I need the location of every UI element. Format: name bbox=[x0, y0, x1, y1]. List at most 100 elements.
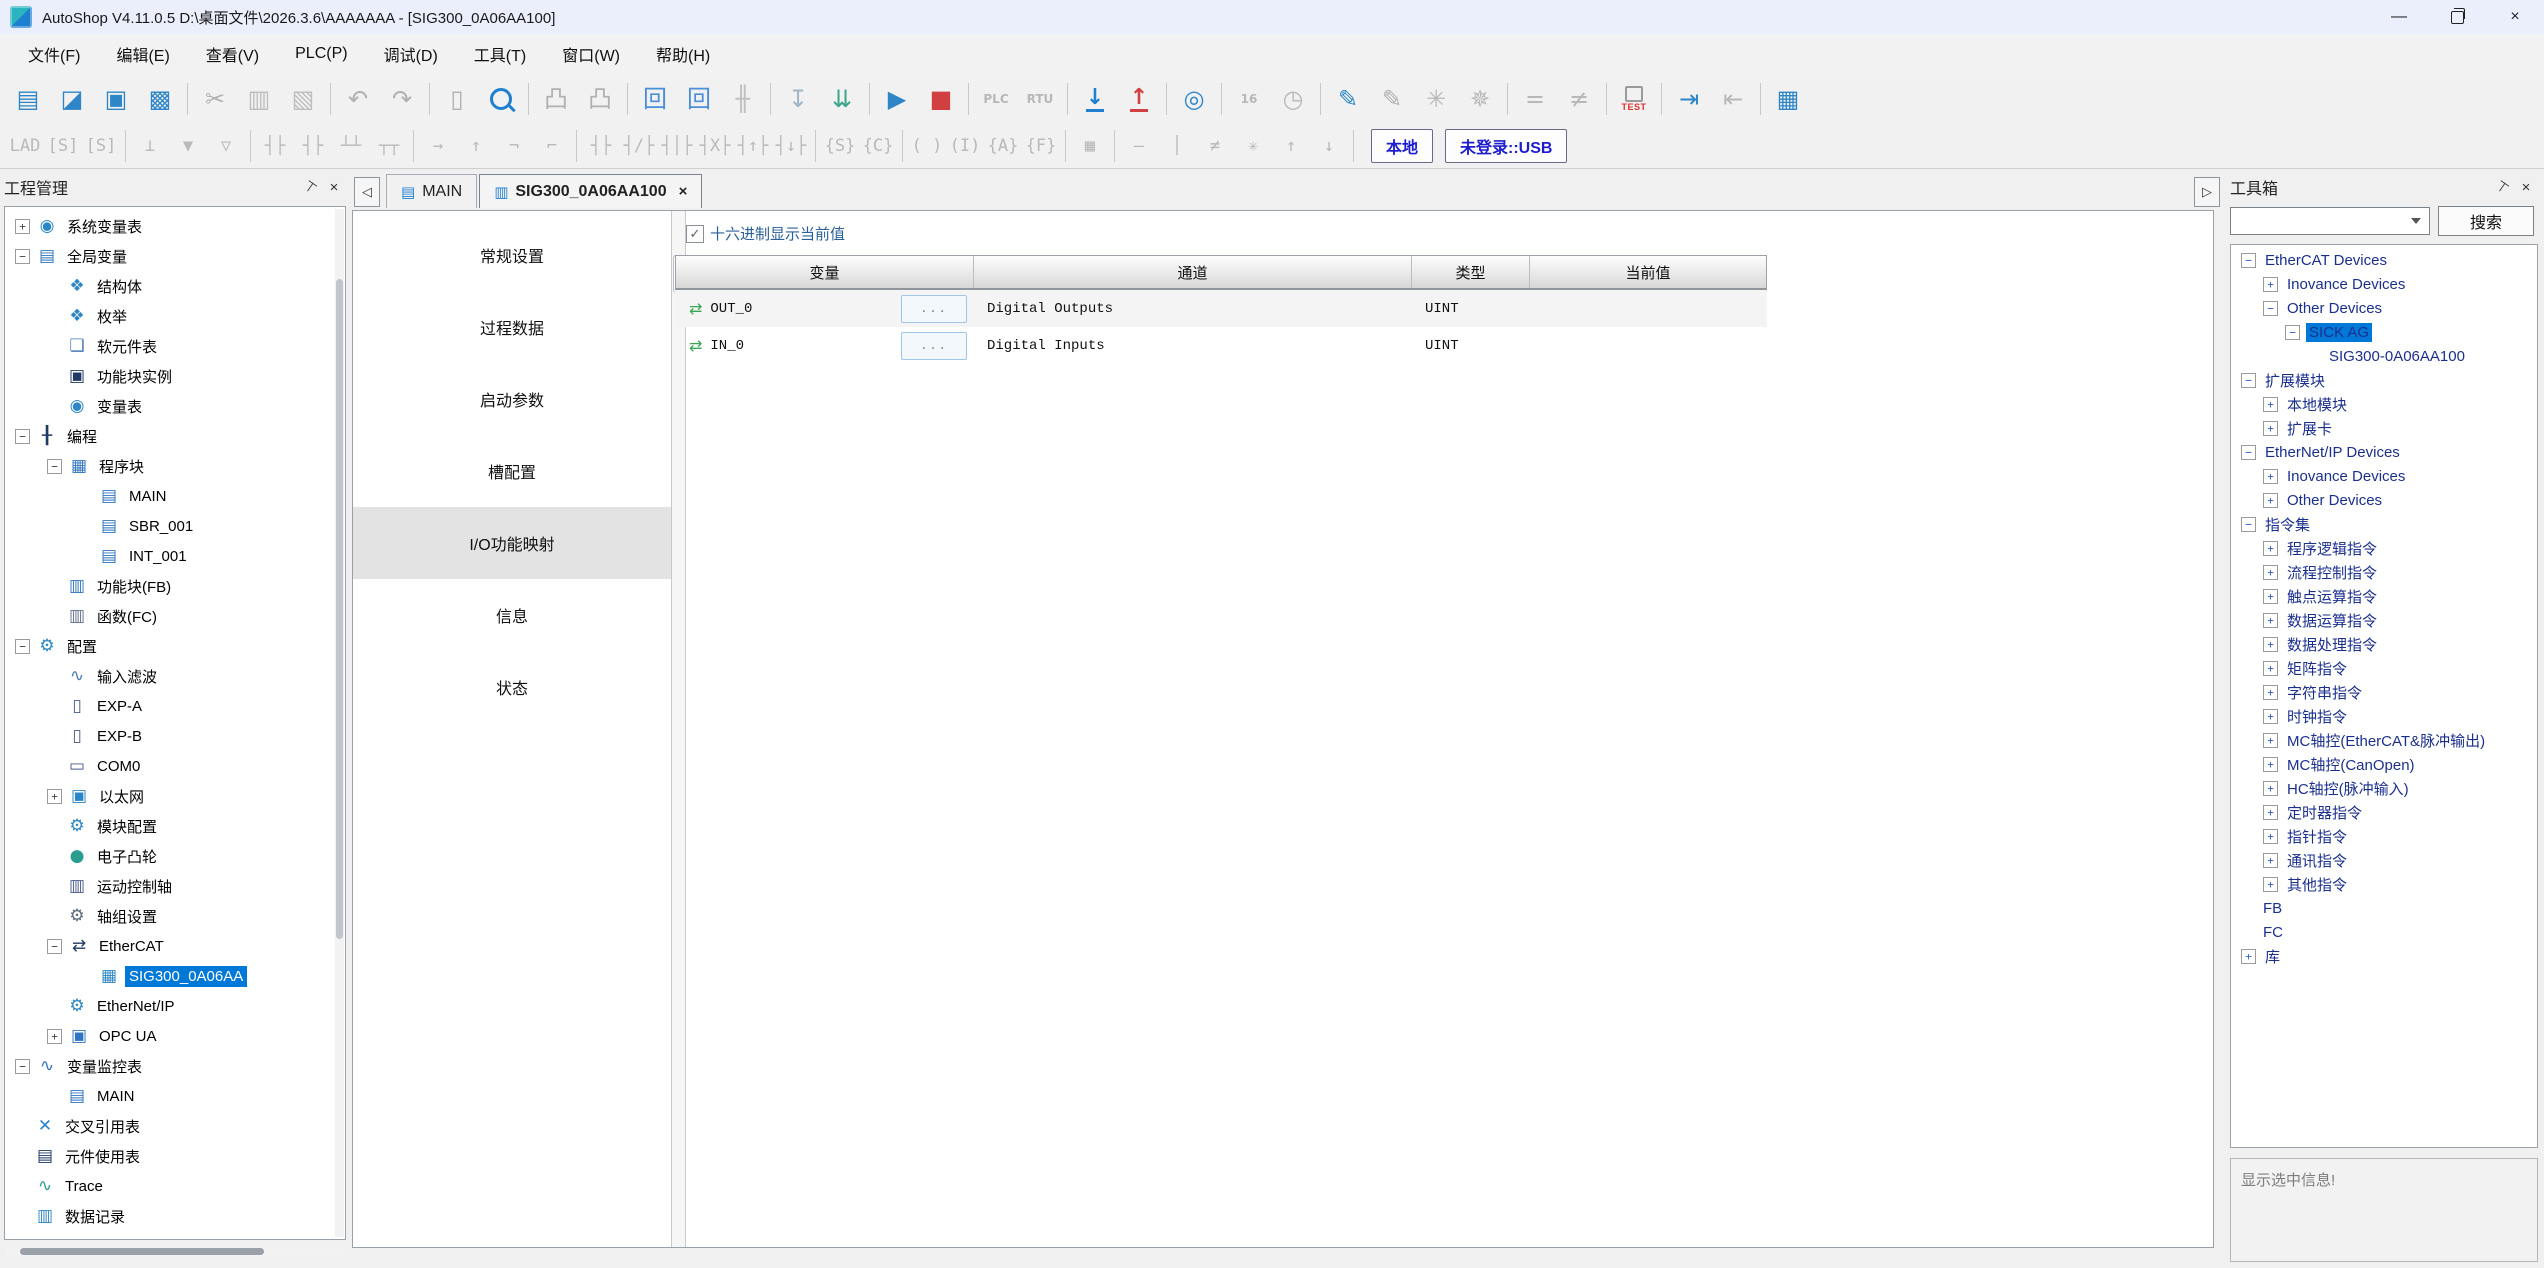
close-panel-icon[interactable]: × bbox=[322, 176, 346, 198]
stop-button[interactable]: ■ bbox=[919, 79, 963, 119]
collapse-toggle-icon[interactable]: − bbox=[2241, 445, 2256, 460]
tree-item[interactable]: +库 bbox=[2231, 944, 2537, 968]
expand-toggle-icon[interactable]: + bbox=[2263, 565, 2278, 580]
toolbox-search-button[interactable]: 搜索 bbox=[2438, 206, 2534, 236]
ladder-tool-5-0[interactable]: {S} bbox=[821, 129, 859, 163]
ladder-tool-5-1[interactable]: {C} bbox=[859, 129, 897, 163]
expand-toggle-icon[interactable]: + bbox=[2263, 421, 2278, 436]
nav-scrollbar[interactable] bbox=[671, 211, 686, 1247]
menu-e[interactable]: 编辑(E) bbox=[102, 36, 183, 72]
tree-item[interactable]: ❏软元件表 bbox=[5, 331, 345, 361]
download-to-plc-button[interactable]: ↓ bbox=[1073, 79, 1117, 119]
ellipsis-button[interactable]: ... bbox=[901, 295, 967, 323]
expand-toggle-icon[interactable]: + bbox=[2263, 277, 2278, 292]
expand-toggle-icon[interactable]: + bbox=[2263, 493, 2278, 508]
ladder-tool-8-3[interactable]: ✳ bbox=[1234, 129, 1272, 163]
usb-test-button[interactable]: TEST bbox=[1612, 79, 1656, 119]
ladder-tool-7-0[interactable]: ▦ bbox=[1071, 129, 1109, 163]
tree-item[interactable]: ▥运动控制轴 bbox=[5, 871, 345, 901]
tree-item[interactable]: ◉变量表 bbox=[5, 391, 345, 421]
tree-item[interactable]: +触点运算指令 bbox=[2231, 584, 2537, 608]
restore-button[interactable] bbox=[2428, 0, 2486, 34]
print-button[interactable]: 凸 bbox=[578, 79, 622, 119]
ladder-tool-1-1[interactable]: ▼ bbox=[169, 129, 207, 163]
tab-close-icon[interactable]: × bbox=[679, 183, 688, 200]
tree-item[interactable]: ▥数据记录 bbox=[5, 1201, 345, 1231]
tree-item[interactable]: FB bbox=[2231, 896, 2537, 920]
tree-item[interactable]: ∿输入滤波 bbox=[5, 661, 345, 691]
tree-item[interactable]: +字符串指令 bbox=[2231, 680, 2537, 704]
insert-row-button[interactable]: = bbox=[1513, 79, 1557, 119]
expand-toggle-icon[interactable]: + bbox=[2263, 829, 2278, 844]
copy-button[interactable]: ▥ bbox=[237, 79, 281, 119]
device-nav-1[interactable]: 过程数据 bbox=[353, 291, 671, 363]
device-nav-4[interactable]: I/O功能映射 bbox=[353, 507, 671, 579]
tree-item[interactable]: ▯EXP-B bbox=[5, 721, 345, 751]
tree-item[interactable]: +其他指令 bbox=[2231, 872, 2537, 896]
tree-item[interactable]: −⇄EtherCAT bbox=[5, 931, 345, 961]
tree-item[interactable]: ▥功能块(FB) bbox=[5, 571, 345, 601]
expand-toggle-icon[interactable]: + bbox=[2263, 781, 2278, 796]
search-button[interactable] bbox=[479, 79, 523, 119]
tree-item[interactable]: ▤INT_001 bbox=[5, 541, 345, 571]
export-window-button[interactable]: 回 bbox=[677, 79, 721, 119]
tree-item[interactable]: −EtherNet/IP Devices bbox=[2231, 440, 2537, 464]
collapse-toggle-icon[interactable]: − bbox=[15, 429, 30, 444]
collapse-toggle-icon[interactable]: − bbox=[2263, 301, 2278, 316]
ladder-tool-2-3[interactable]: ┬┬ bbox=[370, 129, 408, 163]
tree-item[interactable]: ❖枚举 bbox=[5, 301, 345, 331]
tree-item[interactable]: −▦程序块 bbox=[5, 451, 345, 481]
pin-icon[interactable]: ⊤ bbox=[298, 176, 322, 198]
ladder-tool-3-3[interactable]: ⌐ bbox=[533, 129, 571, 163]
tree-item[interactable]: +数据运算指令 bbox=[2231, 608, 2537, 632]
tree-item[interactable]: +HC轴控(脉冲输入) bbox=[2231, 776, 2537, 800]
expand-toggle-icon[interactable]: + bbox=[2263, 397, 2278, 412]
ladder-tool-0-2[interactable]: [S] bbox=[82, 129, 120, 163]
expand-toggle-icon[interactable]: + bbox=[2263, 757, 2278, 772]
ladder-tool-6-0[interactable]: ( ) bbox=[908, 129, 946, 163]
expand-toggle-icon[interactable]: + bbox=[2263, 733, 2278, 748]
ladder-tool-6-2[interactable]: {A} bbox=[984, 129, 1022, 163]
tree-item[interactable]: −指令集 bbox=[2231, 512, 2537, 536]
expand-toggle-icon[interactable]: + bbox=[2263, 637, 2278, 652]
collapse-toggle-icon[interactable]: − bbox=[47, 459, 62, 474]
ladder-tool-8-1[interactable]: │ bbox=[1158, 129, 1196, 163]
ladder-tool-4-2[interactable]: ┤│├ bbox=[658, 129, 696, 163]
tree-item[interactable]: +MC轴控(CanOpen) bbox=[2231, 752, 2537, 776]
print-preview-button[interactable]: 凸 bbox=[534, 79, 578, 119]
tree-item[interactable]: +程序逻辑指令 bbox=[2231, 536, 2537, 560]
ladder-tool-4-5[interactable]: ┤↓├ bbox=[772, 129, 810, 163]
clear-button[interactable]: ✵ bbox=[1458, 79, 1502, 119]
new-project-button[interactable]: ▤ bbox=[6, 79, 50, 119]
expand-toggle-icon[interactable]: + bbox=[47, 789, 62, 804]
expand-toggle-icon[interactable]: + bbox=[2263, 853, 2278, 868]
collapse-toggle-icon[interactable]: − bbox=[2285, 325, 2300, 340]
expand-toggle-icon[interactable]: + bbox=[2263, 685, 2278, 700]
force-write-button[interactable]: ✎ bbox=[1326, 79, 1370, 119]
tree-item[interactable]: −扩展模块 bbox=[2231, 368, 2537, 392]
menu-v[interactable]: 查看(V) bbox=[192, 36, 273, 72]
tree-item[interactable]: +时钟指令 bbox=[2231, 704, 2537, 728]
tab-sig300[interactable]: ▥ SIG300_0A06AA100 × bbox=[479, 174, 702, 208]
collapse-toggle-icon[interactable]: − bbox=[15, 1059, 30, 1074]
ladder-tool-8-2[interactable]: ≠ bbox=[1196, 129, 1234, 163]
tree-item[interactable]: ▤MAIN bbox=[5, 481, 345, 511]
tree-item[interactable]: +▣以太网 bbox=[5, 781, 345, 811]
tree-item[interactable]: ▯EXP-A bbox=[5, 691, 345, 721]
tree-item[interactable]: +流程控制指令 bbox=[2231, 560, 2537, 584]
ladder-tool-2-1[interactable]: ┤├ bbox=[294, 129, 332, 163]
tree-item[interactable]: −EtherCAT Devices bbox=[2231, 248, 2537, 272]
tree-item[interactable]: ▤SBR_001 bbox=[5, 511, 345, 541]
tree-item[interactable]: +通讯指令 bbox=[2231, 848, 2537, 872]
tree-item[interactable]: +矩阵指令 bbox=[2231, 656, 2537, 680]
tree-item[interactable]: −∿变量监控表 bbox=[5, 1051, 345, 1081]
ladder-tool-2-0[interactable]: ┤├ bbox=[256, 129, 294, 163]
local-connection-button[interactable]: 本地 bbox=[1371, 129, 1433, 163]
collapse-toggle-icon[interactable]: − bbox=[2241, 517, 2256, 532]
tree-item[interactable]: −⚙配置 bbox=[5, 631, 345, 661]
tree-item[interactable]: ❖结构体 bbox=[5, 271, 345, 301]
ladder-tool-4-3[interactable]: ┤X├ bbox=[696, 129, 734, 163]
expand-toggle-icon[interactable]: + bbox=[2263, 709, 2278, 724]
tree-item[interactable]: +▣OPC UA bbox=[5, 1021, 345, 1051]
tree-item[interactable]: ✕交叉引用表 bbox=[5, 1111, 345, 1141]
